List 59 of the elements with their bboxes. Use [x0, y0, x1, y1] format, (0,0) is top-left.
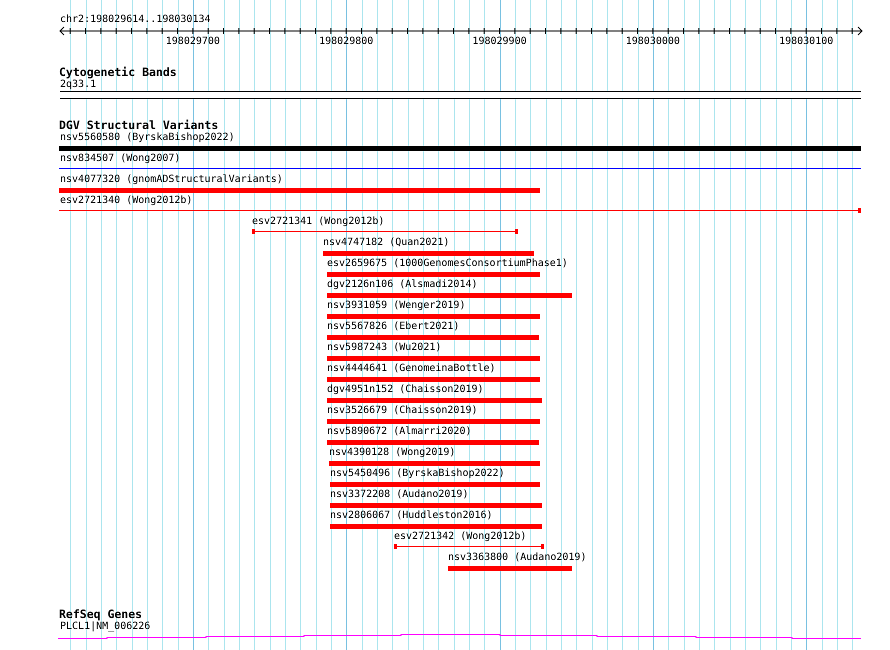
- variant-bar[interactable]: [327, 398, 542, 403]
- variant-bar[interactable]: [323, 251, 534, 256]
- variant-label: esv2659675 (1000GenomesConsortiumPhase1): [327, 258, 568, 270]
- variant-bar[interactable]: [330, 524, 542, 529]
- band-label: 2q33.1: [60, 79, 96, 91]
- track-title: Cytogenetic Bands: [59, 65, 177, 79]
- variant-bar[interactable]: [327, 314, 540, 319]
- variant-label: nsv3363800 (Audano2019): [448, 552, 586, 564]
- variant-line[interactable]: [394, 546, 544, 547]
- variant-label: nsv5560580 (ByrskaBishop2022): [60, 132, 235, 144]
- variant-label: dgv2126n106 (Alsmadi2014): [327, 279, 478, 291]
- variant-label: nsv834507 (Wong2007): [60, 153, 180, 165]
- variant-label: esv2721342 (Wong2012b): [394, 531, 526, 543]
- variant-bar[interactable]: [330, 503, 542, 508]
- variant-bar[interactable]: [327, 440, 539, 445]
- end-cap-icon: [858, 208, 861, 213]
- variant-bar[interactable]: [330, 482, 540, 487]
- variant-label: nsv3526679 (Chaisson2019): [327, 405, 478, 417]
- variant-bar[interactable]: [59, 146, 861, 151]
- location-label: chr2:198029614..198030134: [60, 14, 211, 26]
- ruler-tick-label: 198030000: [626, 36, 680, 48]
- end-cap-icon: [515, 229, 518, 234]
- variant-label: nsv5987243 (Wu2021): [327, 342, 442, 354]
- variant-bar[interactable]: [327, 293, 572, 298]
- variant-bar[interactable]: [327, 419, 540, 424]
- variant-label: esv2721341 (Wong2012b): [252, 216, 384, 228]
- variant-label: nsv3372208 (Audano2019): [330, 489, 468, 501]
- variant-label: nsv5450496 (ByrskaBishop2022): [330, 468, 505, 480]
- variant-label: dgv4951n152 (Chaisson2019): [327, 384, 484, 396]
- track-title: DGV Structural Variants: [59, 118, 218, 132]
- ruler-tick-label: 198029900: [472, 36, 527, 48]
- variant-bar[interactable]: [59, 188, 540, 193]
- ruler-tick-label: 198030100: [779, 36, 834, 48]
- variant-label: nsv4444641 (GenomeinaBottle): [327, 363, 496, 375]
- variant-label: nsv4747182 (Quan2021): [323, 237, 450, 249]
- end-cap-icon: [394, 544, 397, 549]
- variant-bar[interactable]: [327, 377, 540, 382]
- gene-line-drawing[interactable]: [58, 634, 862, 639]
- variant-bar[interactable]: [329, 461, 540, 466]
- variant-bar[interactable]: [327, 335, 539, 340]
- variant-label: esv2721340 (Wong2012b): [60, 195, 192, 207]
- variant-label: nsv4390128 (Wong2019): [329, 447, 456, 459]
- variant-bar[interactable]: [327, 272, 540, 277]
- variant-bar[interactable]: [327, 356, 540, 361]
- variant-line[interactable]: [59, 168, 861, 169]
- variant-label: nsv3931059 (Wenger2019): [327, 300, 466, 312]
- variant-bar[interactable]: [448, 566, 572, 571]
- variant-label: nsv5567826 (Ebert2021): [327, 321, 460, 333]
- variant-label: nsv4077320 (gnomADStructuralVariants): [60, 174, 283, 186]
- track-title: RefSeq Genes: [59, 607, 142, 621]
- variant-label: nsv5890672 (Almarri2020): [327, 426, 472, 438]
- end-cap-icon: [252, 229, 255, 234]
- end-cap-icon: [541, 544, 544, 549]
- ruler-tick-label: 198029800: [319, 36, 374, 48]
- variant-line[interactable]: [252, 231, 518, 232]
- gene-label: PLCL1|NM_006226: [60, 621, 150, 633]
- variant-label: nsv2806067 (Huddleston2016): [330, 510, 493, 522]
- ruler-tick-label: 198029700: [166, 36, 220, 48]
- variant-line[interactable]: [59, 210, 861, 211]
